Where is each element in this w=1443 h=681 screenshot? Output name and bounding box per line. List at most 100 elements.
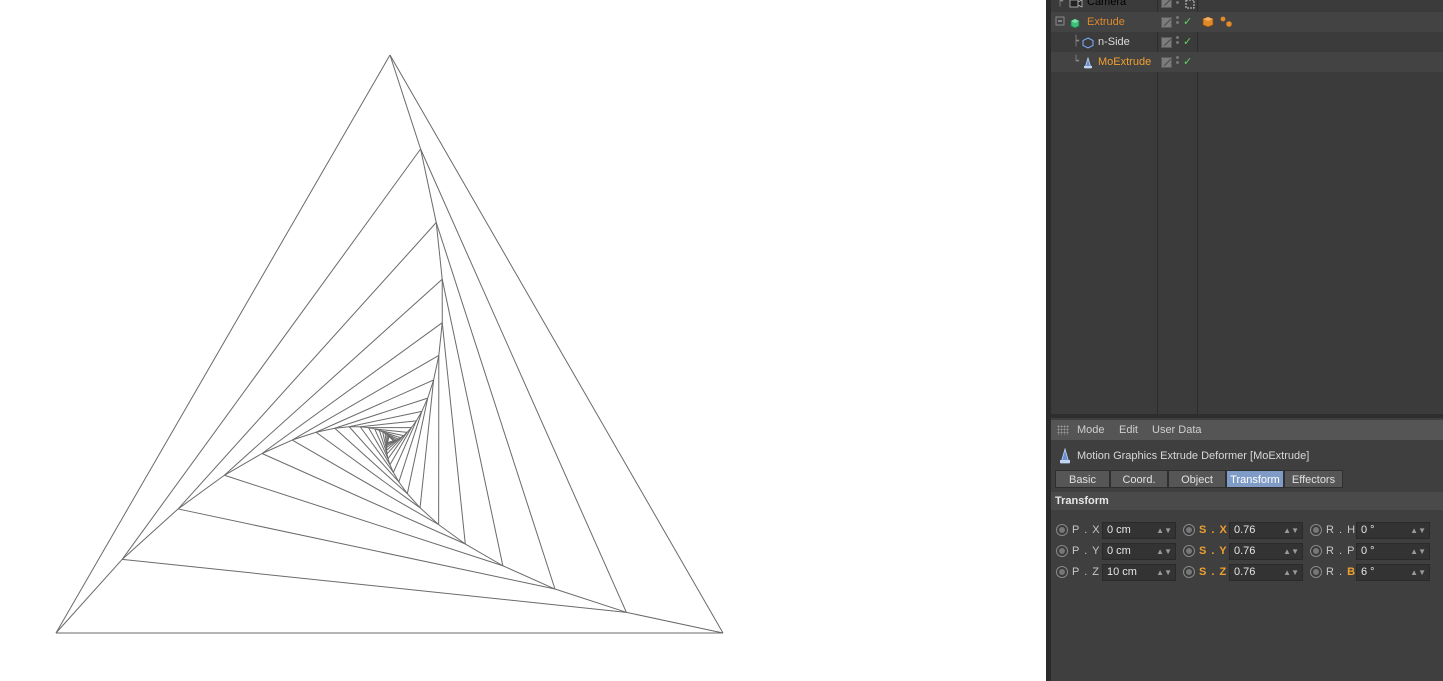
spinner-icon[interactable]: ▲▼ — [1410, 544, 1426, 559]
object-row-nside[interactable]: ┝ n-Side ✓ — [1051, 32, 1443, 52]
render-visibility-dots[interactable] — [1176, 0, 1180, 8]
animation-keyframe-radio[interactable] — [1056, 566, 1068, 578]
field-value: 0 ° — [1361, 524, 1375, 536]
spinner-icon[interactable]: ▲▼ — [1410, 565, 1426, 580]
rotation-b-field[interactable]: 6 ° ▲▼ — [1356, 564, 1430, 581]
render-edge — [55, 54, 391, 634]
render-edge — [360, 426, 369, 429]
param-label: P . Z — [1072, 566, 1101, 578]
field-value: 6 ° — [1361, 566, 1375, 578]
menu-user-data[interactable]: User Data — [1152, 420, 1202, 440]
attribute-header: Motion Graphics Extrude Deformer [MoExtr… — [1051, 446, 1443, 466]
param-rotation-b: R . B 6 ° ▲▼ — [1310, 563, 1438, 581]
param-label: S . X — [1199, 524, 1228, 536]
field-value: 10 cm — [1107, 566, 1137, 578]
spinner-icon[interactable]: ▲▼ — [1283, 523, 1299, 538]
render-edge — [420, 148, 627, 613]
spinner-icon[interactable]: ▲▼ — [1156, 565, 1172, 580]
render-visibility-dots[interactable] — [1176, 36, 1180, 48]
collapse-toggle-icon[interactable] — [1055, 12, 1065, 32]
moextrude-icon — [1082, 56, 1094, 69]
render-edge — [224, 474, 503, 567]
enabled-check-icon[interactable]: ✓ — [1183, 32, 1192, 52]
rotation-p-field[interactable]: 0 ° ▲▼ — [1356, 543, 1430, 560]
tab-basic[interactable]: Basic — [1055, 470, 1110, 488]
render-edge — [438, 322, 443, 356]
object-name: Extrude — [1087, 16, 1125, 28]
render-edge — [387, 435, 390, 437]
tab-effectors[interactable]: Effectors — [1284, 470, 1343, 488]
enabled-check-icon[interactable]: ✓ — [1183, 52, 1192, 72]
tab-coord[interactable]: Coord. — [1110, 470, 1168, 488]
param-scale-x: S . X 0.76 ▲▼ — [1183, 521, 1305, 539]
spinner-icon[interactable]: ▲▼ — [1283, 565, 1299, 580]
param-label: R . B — [1326, 566, 1357, 578]
spinner-icon[interactable]: ▲▼ — [1410, 523, 1426, 538]
render-edge — [626, 611, 724, 634]
render-edge — [121, 508, 179, 560]
animation-keyframe-radio[interactable] — [1183, 524, 1195, 536]
render-edge — [224, 453, 263, 476]
field-value: 0 cm — [1107, 545, 1131, 557]
render-edge — [177, 222, 437, 510]
param-label: R . P — [1326, 545, 1356, 557]
param-row-x: P . X 0 cm ▲▼ S . X 0.76 ▲▼ R . H 0 ° ▲▼ — [1051, 521, 1443, 539]
render-edge — [315, 431, 421, 509]
object-name: n-Side — [1098, 36, 1130, 48]
animation-keyframe-radio[interactable] — [1310, 524, 1322, 536]
tab-object[interactable]: Object — [1168, 470, 1226, 488]
animation-keyframe-radio[interactable] — [1310, 566, 1322, 578]
param-row-y: P . Y 0 cm ▲▼ S . Y 0.76 ▲▼ R . P 0 ° ▲▼ — [1051, 542, 1443, 560]
tab-transform[interactable]: Transform — [1226, 470, 1284, 488]
viewport[interactable] — [0, 0, 1046, 681]
editor-visibility-toggle[interactable] — [1161, 37, 1172, 48]
animation-keyframe-radio[interactable] — [1310, 545, 1322, 557]
object-name: Camera — [1087, 0, 1127, 8]
render-edge — [441, 279, 504, 566]
attribute-menubar: Mode Edit User Data — [1051, 420, 1443, 440]
spinner-icon[interactable]: ▲▼ — [1283, 544, 1299, 559]
spiral-triangle-render — [55, 54, 724, 634]
grip-icon[interactable] — [1057, 425, 1069, 435]
render-edge — [177, 474, 225, 510]
position-x-field[interactable]: 0 cm ▲▼ — [1102, 522, 1176, 539]
extrude-icon — [1069, 16, 1081, 29]
animation-keyframe-radio[interactable] — [1056, 545, 1068, 557]
enabled-check-icon[interactable]: ✓ — [1183, 12, 1192, 32]
animation-keyframe-radio[interactable] — [1183, 545, 1195, 557]
scale-y-field[interactable]: 0.76 ▲▼ — [1229, 543, 1303, 560]
position-z-field[interactable]: 10 cm ▲▼ — [1102, 564, 1176, 581]
animation-keyframe-radio[interactable] — [1183, 566, 1195, 578]
scale-z-field[interactable]: 0.76 ▲▼ — [1229, 564, 1303, 581]
object-row-extrude[interactable]: Extrude ✓ — [1051, 12, 1443, 32]
menu-edit[interactable]: Edit — [1119, 420, 1138, 440]
menu-mode[interactable]: Mode — [1077, 420, 1105, 440]
param-position-z: P . Z 10 cm ▲▼ — [1056, 563, 1178, 581]
spinner-icon[interactable]: ▲▼ — [1156, 544, 1172, 559]
render-edge — [121, 148, 421, 560]
editor-visibility-toggle[interactable] — [1161, 17, 1172, 28]
render-visibility-dots[interactable] — [1176, 16, 1180, 28]
editor-visibility-toggle[interactable] — [1161, 0, 1172, 8]
param-label: P . X — [1072, 524, 1101, 536]
render-edge — [122, 558, 627, 613]
object-row-camera[interactable]: ┝ Camera — [1051, 0, 1443, 12]
param-position-y: P . Y 0 cm ▲▼ — [1056, 542, 1178, 560]
editor-visibility-toggle[interactable] — [1161, 57, 1172, 68]
object-row-moextrude[interactable]: ┕ MoExtrude ✓ — [1051, 52, 1443, 72]
render-edge — [435, 222, 556, 590]
spinner-icon[interactable]: ▲▼ — [1156, 523, 1172, 538]
render-edge — [406, 493, 421, 509]
animation-keyframe-radio[interactable] — [1056, 524, 1068, 536]
param-scale-z: S . Z 0.76 ▲▼ — [1183, 563, 1305, 581]
render-visibility-dots[interactable] — [1176, 56, 1180, 68]
position-y-field[interactable]: 0 cm ▲▼ — [1102, 543, 1176, 560]
render-edge — [420, 148, 437, 223]
rotation-h-field[interactable]: 0 ° ▲▼ — [1356, 522, 1430, 539]
object-type-title: Motion Graphics Extrude Deformer [MoExtr… — [1077, 450, 1310, 462]
render-edge — [291, 439, 439, 526]
tree-branch-icon: ┝ — [1073, 36, 1080, 47]
scale-x-field[interactable]: 0.76 ▲▼ — [1229, 522, 1303, 539]
field-value: 0 cm — [1107, 524, 1131, 536]
object-name: MoExtrude — [1098, 56, 1152, 68]
